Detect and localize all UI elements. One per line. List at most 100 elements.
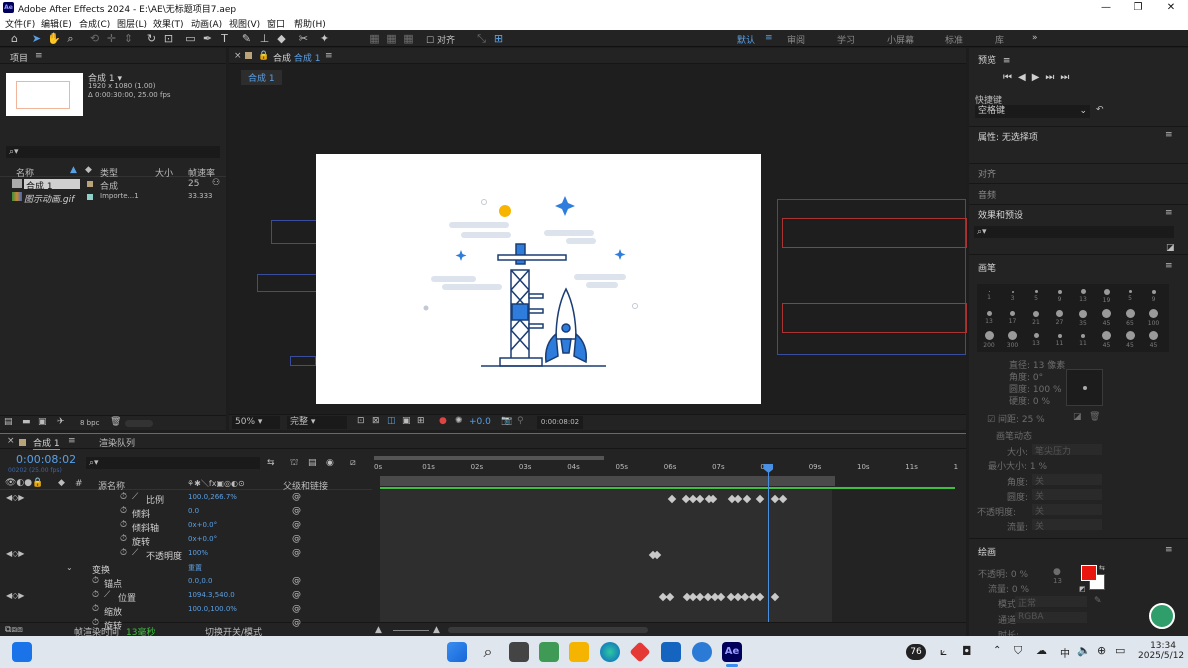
graph-icon[interactable]: ⟋ [104,590,110,600]
zoom-in-icon[interactable]: ▲ [433,625,440,635]
av-switches-icon[interactable]: 👁◐●🔒 [5,478,43,488]
panel-menu-icon[interactable]: ≡ [1165,130,1173,140]
search-icon[interactable]: ⌕ [478,642,498,662]
property-value[interactable]: 100.0,266.7% [188,493,237,501]
brush-tip[interactable]: 19 [1097,287,1117,304]
menu-effect[interactable]: 效果(T) [153,17,184,30]
workspace-menu-icon[interactable]: ≡ [765,33,773,43]
brush-tip[interactable]: 35 [1073,309,1093,327]
brush-tip[interactable]: 5 [1120,287,1140,302]
puppet-pin-icon[interactable]: ✦ [318,32,331,45]
stopwatch-icon[interactable]: ⏱ [120,520,127,530]
exposure-value[interactable]: +0.0 [469,417,491,427]
after-effects-taskbar-icon[interactable]: Ae [722,642,742,662]
stopwatch-icon[interactable]: ⏱ [120,548,127,558]
delete-icon[interactable]: 🗑 [110,417,121,427]
snapshot-icon[interactable]: 📷 [501,416,512,426]
panel-menu-icon[interactable]: ≡ [1165,261,1173,271]
file-explorer-icon[interactable] [569,642,589,662]
maximize-icon[interactable]: ❐ [1124,1,1152,14]
thumbnail-slider[interactable] [125,420,153,427]
app-icon[interactable] [661,642,681,662]
brush-tip[interactable]: 3 [1003,287,1023,302]
label-column-icon[interactable]: ◆ [58,478,65,488]
col-size[interactable]: 大小 [155,166,173,179]
menu-window[interactable]: 窗口 [267,17,285,30]
resolution-dropdown[interactable]: 完整 ▾ [287,416,347,429]
new-folder-icon[interactable]: ▬ [22,417,31,427]
expression-pickwhip-icon[interactable]: @ [292,548,301,558]
brush-tip[interactable]: 65 [1120,309,1140,327]
close-icon[interactable]: ✕ [1157,1,1185,14]
render-queue-tab[interactable]: 渲染队列 [99,436,135,449]
rectangle-tool-icon[interactable]: ▭ [184,32,197,45]
cloud-icon[interactable]: ☁ [1036,644,1047,657]
brush-tip[interactable]: 13 [979,309,999,325]
start-icon[interactable] [447,642,467,662]
zoom-dropdown[interactable]: 50% ▾ [232,416,280,429]
graph-editor-icon[interactable]: ⧄ [350,458,356,468]
work-area-range[interactable] [380,476,835,486]
orbit-tool-icon[interactable]: ⟲ [88,32,101,45]
stopwatch-icon[interactable]: ⏱ [92,604,99,614]
weather-badge[interactable]: 76 [906,644,926,660]
property-row[interactable]: ⏱ 旋转 0x+0.0° @ [0,534,372,548]
edge-icon[interactable] [600,642,620,662]
property-row[interactable]: ⏱ 倾斜 0.0 @ [0,506,372,520]
property-row[interactable]: ◀◇▶ ⏱ ⟋ 位置 1094.3,540.0 @ [0,590,372,604]
eraser-tool-icon[interactable]: ◆ [275,32,288,45]
reset-icon[interactable]: ↶ [1096,105,1104,115]
paint-flow[interactable]: 流量: 0 % [988,582,1029,595]
align-checkbox[interactable]: ☐ 对齐 [426,33,455,46]
timeline-scrollbar[interactable] [448,627,648,633]
frame-blend-icon[interactable]: ◉ [326,458,334,468]
brush-tip[interactable]: 11 [1073,331,1093,347]
lock-icon[interactable]: 🔒 [258,51,269,61]
help-app-icon[interactable] [692,642,712,662]
dyn-opacity-dropdown[interactable]: 关 [1032,504,1102,517]
widgets-icon[interactable] [12,642,32,662]
assistant-badge-icon[interactable] [1149,603,1175,629]
rotate-tool-icon[interactable]: ↻ [145,32,158,45]
crop-icon[interactable]: ⟀ [940,644,947,659]
more-workspaces-icon[interactable]: » [1032,33,1038,43]
chevron-up-icon[interactable]: ⌃ [993,645,1001,656]
text-tool-icon[interactable]: T [218,32,231,45]
grid-guides-icon[interactable]: ⊞ [417,416,425,426]
anchor-tool-icon[interactable]: ⊡ [162,32,175,45]
brush-tip[interactable]: 13 [1026,331,1046,347]
stopwatch-icon[interactable]: ⏱ [120,506,127,516]
brush-tip[interactable]: 45 [1144,331,1164,349]
paint-channel-dropdown[interactable]: RGBA [1015,612,1087,623]
shortcut-dropdown[interactable]: 空格键 ⌄ [975,105,1090,118]
brush-tip[interactable]: 100 [1144,309,1164,327]
label-column-icon[interactable]: ◆ [85,165,92,175]
dyn-roundness-dropdown[interactable]: 关 [1032,489,1102,502]
panel-menu-icon[interactable]: ≡ [1165,208,1173,218]
zoom-out-icon[interactable]: ▲ [375,625,382,635]
workspace-default[interactable]: 默认 [737,33,755,46]
brush-spacing[interactable]: ☑ 间距: 25 % [987,412,1045,425]
col-fps[interactable]: 帧速率 [188,166,215,179]
shy-icon[interactable]: ▤ [308,458,317,468]
work-area-bar[interactable] [374,456,604,460]
panel-menu-icon[interactable]: ≡ [35,51,43,61]
default-colors-icon[interactable]: ◩ [1079,585,1086,593]
brush-tip[interactable]: 200 [979,331,999,349]
menu-layer[interactable]: 图层(L) [117,17,147,30]
workspace-learn[interactable]: 学习 [837,33,855,46]
menu-help[interactable]: 帮助(H) [294,17,326,30]
delete-brush-icon[interactable]: 🗑 [1089,412,1100,422]
graph-icon[interactable]: ⟋ [132,492,138,502]
menu-edit[interactable]: 编辑(E) [41,17,72,30]
brush-tips-grid[interactable]: 1 3 5 9 13 19 5 9 13 17 21 27 35 45 65 100 200 300 13 11 11 4… [977,284,1169,352]
brush-tip[interactable]: 21 [1026,309,1046,326]
flowchart-icon[interactable]: ⚇ [212,178,220,188]
property-value[interactable]: 100% [188,549,208,557]
composition-mini-flowchart-icon[interactable]: ⇆ [267,458,275,468]
exposure-icon[interactable]: ✺ [455,416,463,426]
chevron-down-icon[interactable]: ⌄ [66,563,73,572]
new-comp-icon[interactable]: ▣ [38,417,47,427]
expression-pickwhip-icon[interactable]: @ [292,590,301,600]
playback-controls[interactable]: ⏮◀▶⏭⏭ [1003,72,1075,83]
